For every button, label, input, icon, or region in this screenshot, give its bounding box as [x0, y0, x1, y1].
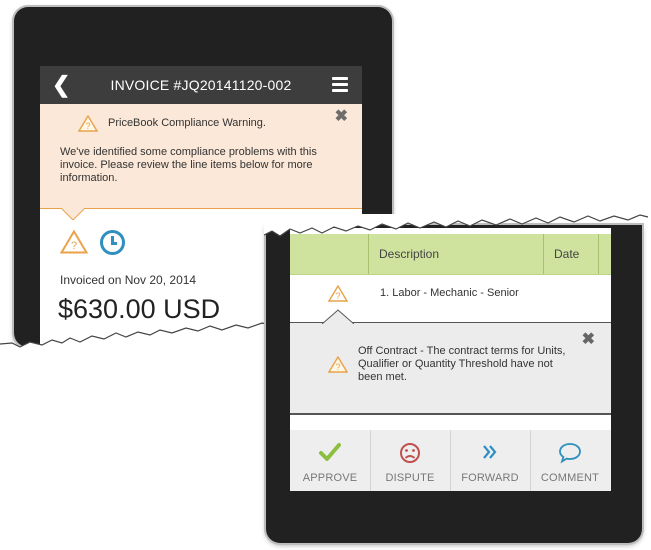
svg-text:?: ?	[335, 291, 340, 301]
invoiced-date: Invoiced on Nov 20, 2014	[60, 273, 197, 287]
detail-pointer	[322, 309, 354, 324]
clock-icon	[100, 230, 125, 255]
svg-text:?: ?	[85, 121, 90, 131]
line-items-table-header: Description Date	[290, 234, 611, 275]
warning-message: We've identified some compliance problem…	[60, 146, 317, 184]
column-description[interactable]: Description	[368, 234, 542, 274]
warning-triangle-icon: ?	[328, 285, 348, 302]
close-x-icon[interactable]: ✖	[582, 329, 595, 349]
action-bar: APPROVE DISPUTE FORWARD COMMENT	[290, 430, 611, 491]
frown-face-icon	[400, 443, 420, 463]
warning-heading: PriceBook Compliance Warning.	[108, 117, 266, 129]
comment-button[interactable]: COMMENT	[530, 430, 610, 491]
forward-button[interactable]: FORWARD	[450, 430, 531, 491]
invoice-header-bar: ❮ INVOICE #JQ20141120-002	[40, 66, 362, 104]
invoice-amount: $630.00 USD	[58, 294, 221, 324]
double-chevron-right-icon	[483, 445, 497, 459]
column-extra	[598, 234, 609, 274]
dispute-label: DISPUTE	[385, 472, 435, 484]
svg-text:?: ?	[71, 240, 77, 252]
approve-label: APPROVE	[302, 472, 358, 484]
warning-triangle-icon: ?	[60, 230, 88, 254]
comment-label: COMMENT	[540, 472, 600, 484]
dispute-button[interactable]: DISPUTE	[370, 430, 451, 491]
forward-label: FORWARD	[461, 472, 519, 484]
hamburger-menu-icon[interactable]	[332, 77, 348, 95]
line-item-detail-panel: ✖ ? Off Contract - The contract terms fo…	[290, 322, 611, 415]
checkmark-icon	[319, 443, 341, 461]
svg-text:?: ?	[335, 362, 340, 372]
close-x-icon[interactable]: ✖	[335, 106, 348, 126]
off-contract-message: Off Contract - The contract terms for Un…	[358, 345, 566, 383]
approve-button[interactable]: APPROVE	[290, 430, 371, 491]
warning-heading-row: ? PriceBook Compliance Warning.	[78, 115, 266, 132]
line-items-screen: Description Date ? 1. Labor - Mechanic -…	[290, 228, 611, 491]
banner-pointer	[61, 208, 85, 220]
speech-bubble-icon	[559, 443, 581, 464]
warning-triangle-icon: ?	[78, 115, 98, 132]
column-date[interactable]: Date	[543, 234, 599, 274]
invoice-title: INVOICE #JQ20141120-002	[110, 77, 292, 93]
warning-triangle-icon: ?	[328, 356, 348, 373]
compliance-warning-banner: ✖ ? PriceBook Compliance Warning. We've …	[40, 104, 362, 209]
line-item-description: 1. Labor - Mechanic - Senior	[380, 287, 519, 299]
